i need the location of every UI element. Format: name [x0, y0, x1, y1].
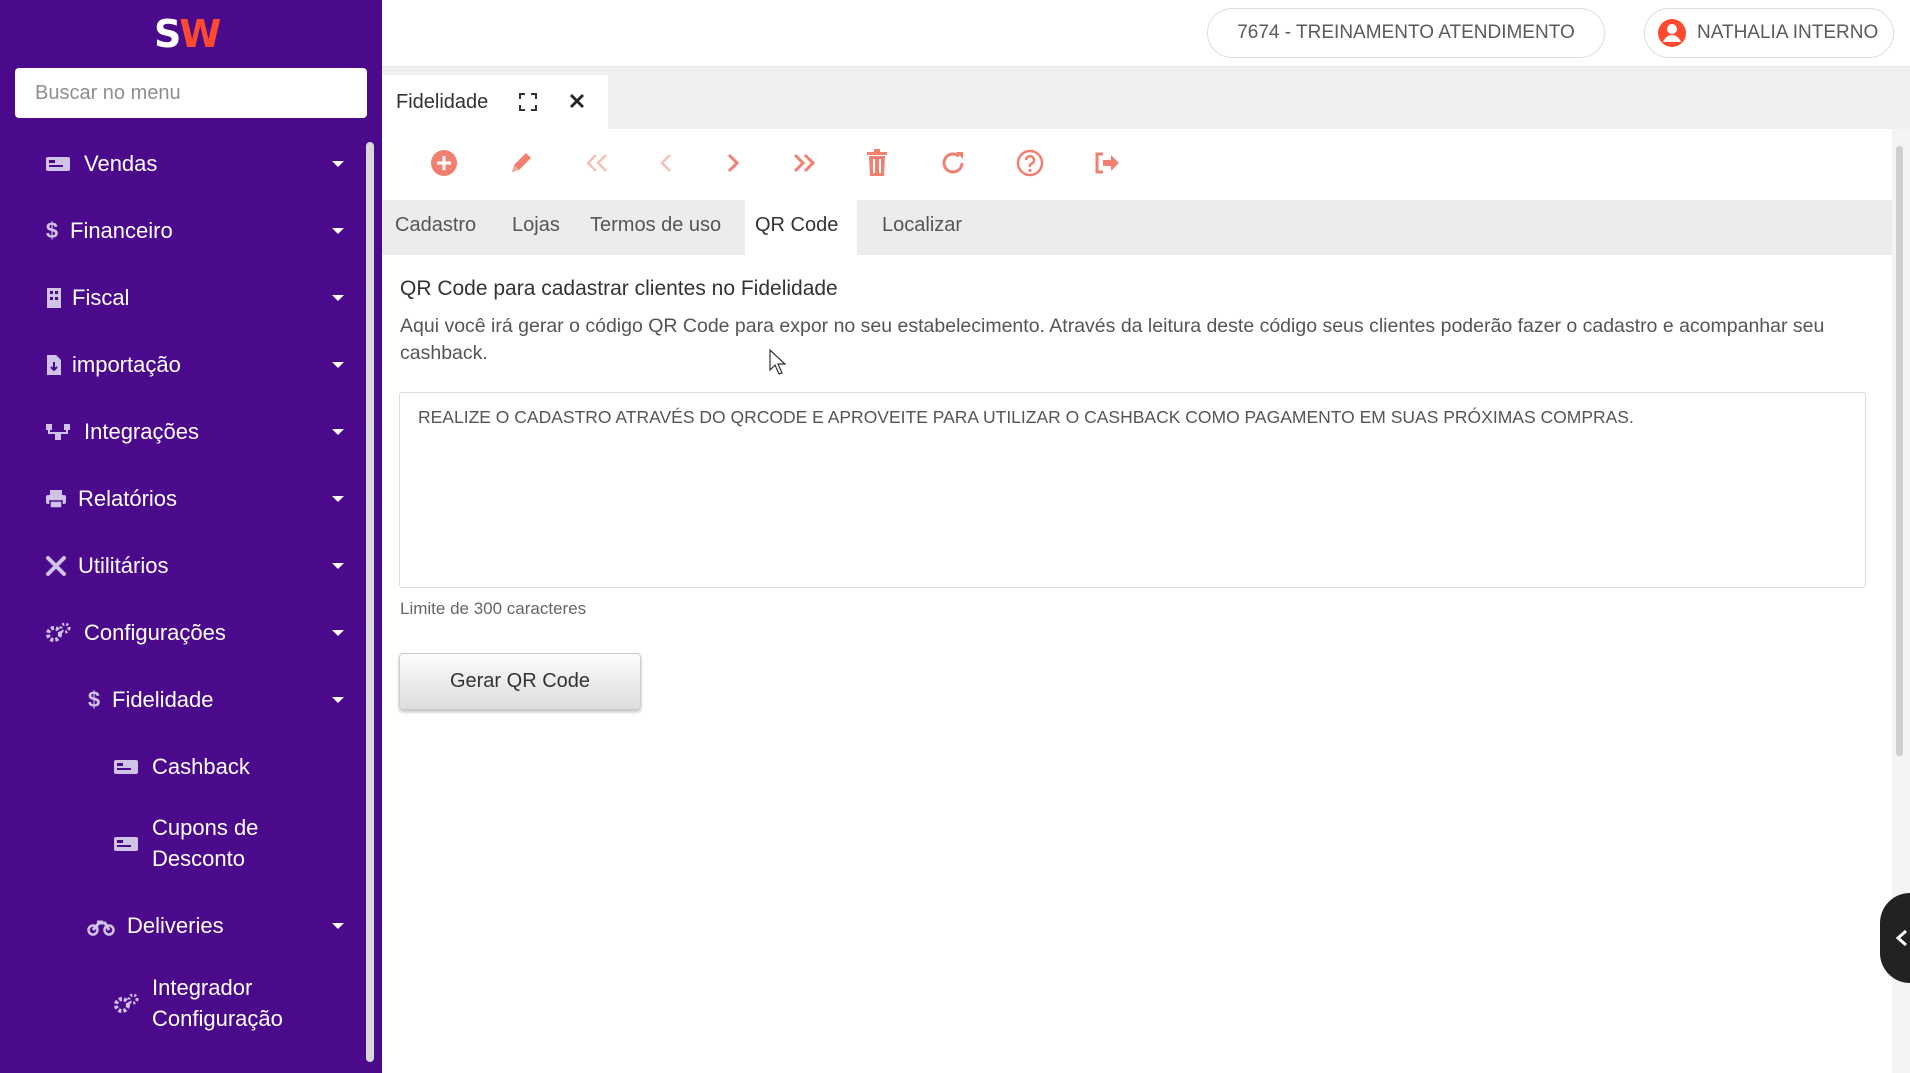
sidebar-item-label: Financeiro [70, 218, 173, 243]
money-bill-icon [112, 830, 140, 858]
sidebar-item-label: Vendas [84, 151, 158, 176]
sidebar-item-label: Integrações [84, 419, 199, 444]
sidebar-item-deliveries[interactable]: Deliveries [0, 896, 366, 956]
chevron-down-icon [332, 362, 344, 368]
section-heading: QR Code para cadastrar clientes no Fidel… [400, 277, 838, 300]
cogs-icon [44, 619, 72, 647]
tab-lojas[interactable]: Lojas [502, 200, 570, 255]
add-icon[interactable] [428, 147, 460, 179]
sidebar-item-utilitarios[interactable]: Utilitários [0, 536, 366, 596]
tab-qr-code[interactable]: QR Code [745, 200, 857, 255]
sidebar-item-label: Cashback [152, 754, 250, 779]
dollar-icon: $ [45, 218, 59, 243]
user-menu[interactable]: NATHALIA INTERNO [1644, 8, 1894, 58]
first-icon[interactable] [581, 147, 613, 179]
motorcycle-icon [87, 912, 115, 940]
sub-tabs: Cadastro Lojas Termos de uso QR Code Loc… [382, 200, 1892, 255]
section-description: Aqui você irá gerar o código QR Code par… [400, 315, 1825, 364]
sidebar-item-label: Integrador [152, 975, 253, 1000]
chevron-down-icon [332, 429, 344, 435]
tab-fidelidade[interactable]: Fidelidade [382, 75, 608, 129]
sidebar-item-label: Fidelidade [112, 687, 214, 712]
qr-message-textarea[interactable]: REALIZE O CADASTRO ATRAVÉS DO QRCODE E A… [399, 392, 1866, 588]
content-scrollbar[interactable] [1896, 146, 1903, 756]
generate-qr-code-button[interactable]: Gerar QR Code [399, 653, 641, 710]
print-icon [42, 485, 70, 513]
chevron-down-icon [332, 161, 344, 167]
user-name: NATHALIA INTERNO [1697, 22, 1879, 43]
previous-icon[interactable] [650, 147, 682, 179]
sidebar-item-cashback[interactable]: Cashback [0, 737, 366, 797]
dollar-icon: $ [87, 687, 101, 712]
sidebar: SW Vendas $ Financeiro Fiscal [0, 0, 382, 1073]
edit-icon[interactable] [505, 147, 537, 179]
sidebar-item-relatorios[interactable]: Relatórios [0, 469, 366, 529]
user-icon [1657, 18, 1687, 48]
sidebar-item-integracoes[interactable]: Integrações [0, 402, 366, 462]
chevron-left-icon [1894, 928, 1910, 953]
sidebar-item-label: importação [72, 352, 181, 377]
tools-icon [42, 552, 70, 580]
side-panel-toggle[interactable] [1880, 893, 1910, 983]
maximize-icon[interactable] [518, 92, 538, 117]
sidebar-item-vendas[interactable]: Vendas [0, 134, 366, 194]
delete-icon[interactable] [861, 147, 893, 179]
building-icon [40, 284, 68, 312]
cogs-icon [112, 990, 140, 1018]
file-import-icon [40, 351, 68, 379]
sidebar-item-fidelidade[interactable]: $ Fidelidade [0, 670, 366, 730]
sidebar-scrollbar[interactable] [366, 142, 374, 1062]
last-icon[interactable] [788, 147, 820, 179]
chevron-down-icon [332, 496, 344, 502]
tab-termos-de-uso[interactable]: Termos de uso [580, 200, 731, 255]
sidebar-item-cupons-de-desconto[interactable]: Cupons de Desconto [0, 804, 366, 884]
sidebar-item-financeiro[interactable]: $ Financeiro [0, 201, 366, 261]
tab-localizar[interactable]: Localizar [872, 200, 972, 255]
sidebar-item-configuracoes[interactable]: Configurações [0, 603, 366, 663]
content-panel: Cadastro Lojas Termos de uso QR Code Loc… [382, 129, 1892, 1073]
chevron-down-icon [332, 923, 344, 929]
sidebar-item-label: Configurações [84, 620, 226, 645]
company-label: 7674 - TREINAMENTO ATENDIMENTO [1237, 22, 1575, 43]
chevron-down-icon [332, 563, 344, 569]
sidebar-item-label: Desconto [152, 846, 245, 871]
chevron-down-icon [332, 630, 344, 636]
chevron-down-icon [332, 295, 344, 301]
company-selector[interactable]: 7674 - TREINAMENTO ATENDIMENTO [1207, 8, 1605, 58]
close-icon[interactable] [568, 92, 586, 115]
money-bill-icon [112, 753, 140, 781]
tab-cadastro[interactable]: Cadastro [385, 200, 486, 255]
menu-search-input[interactable] [15, 68, 367, 118]
app-logo[interactable]: SW [154, 12, 221, 56]
refresh-icon[interactable] [937, 147, 969, 179]
chevron-down-icon [332, 697, 344, 703]
sidebar-item-fiscal[interactable]: Fiscal [0, 268, 366, 328]
exit-icon[interactable] [1091, 147, 1123, 179]
sidebar-item-label: Fiscal [72, 285, 130, 310]
tab-label: Fidelidade [396, 90, 489, 113]
network-icon [44, 418, 72, 446]
top-bar: 7674 - TREINAMENTO ATENDIMENTO NATHALIA … [382, 0, 1910, 67]
mouse-cursor-icon [768, 348, 788, 381]
sidebar-item-label: Utilitários [78, 553, 169, 578]
sidebar-item-integrador-configuracao[interactable]: Integrador Configuração [0, 964, 366, 1044]
sidebar-item-label: Relatórios [78, 486, 178, 511]
chevron-down-icon [332, 228, 344, 234]
money-bill-icon [44, 150, 72, 178]
document-tab-strip: Fidelidade [382, 67, 1910, 129]
sidebar-item-label: Cupons de [152, 815, 259, 840]
help-icon[interactable] [1014, 147, 1046, 179]
sidebar-item-label: Deliveries [127, 913, 224, 938]
next-icon[interactable] [717, 147, 749, 179]
character-limit-hint: Limite de 300 caracteres [400, 599, 587, 618]
sidebar-item-importacao[interactable]: importação [0, 335, 366, 395]
sidebar-item-label: Configuração [152, 1006, 283, 1031]
